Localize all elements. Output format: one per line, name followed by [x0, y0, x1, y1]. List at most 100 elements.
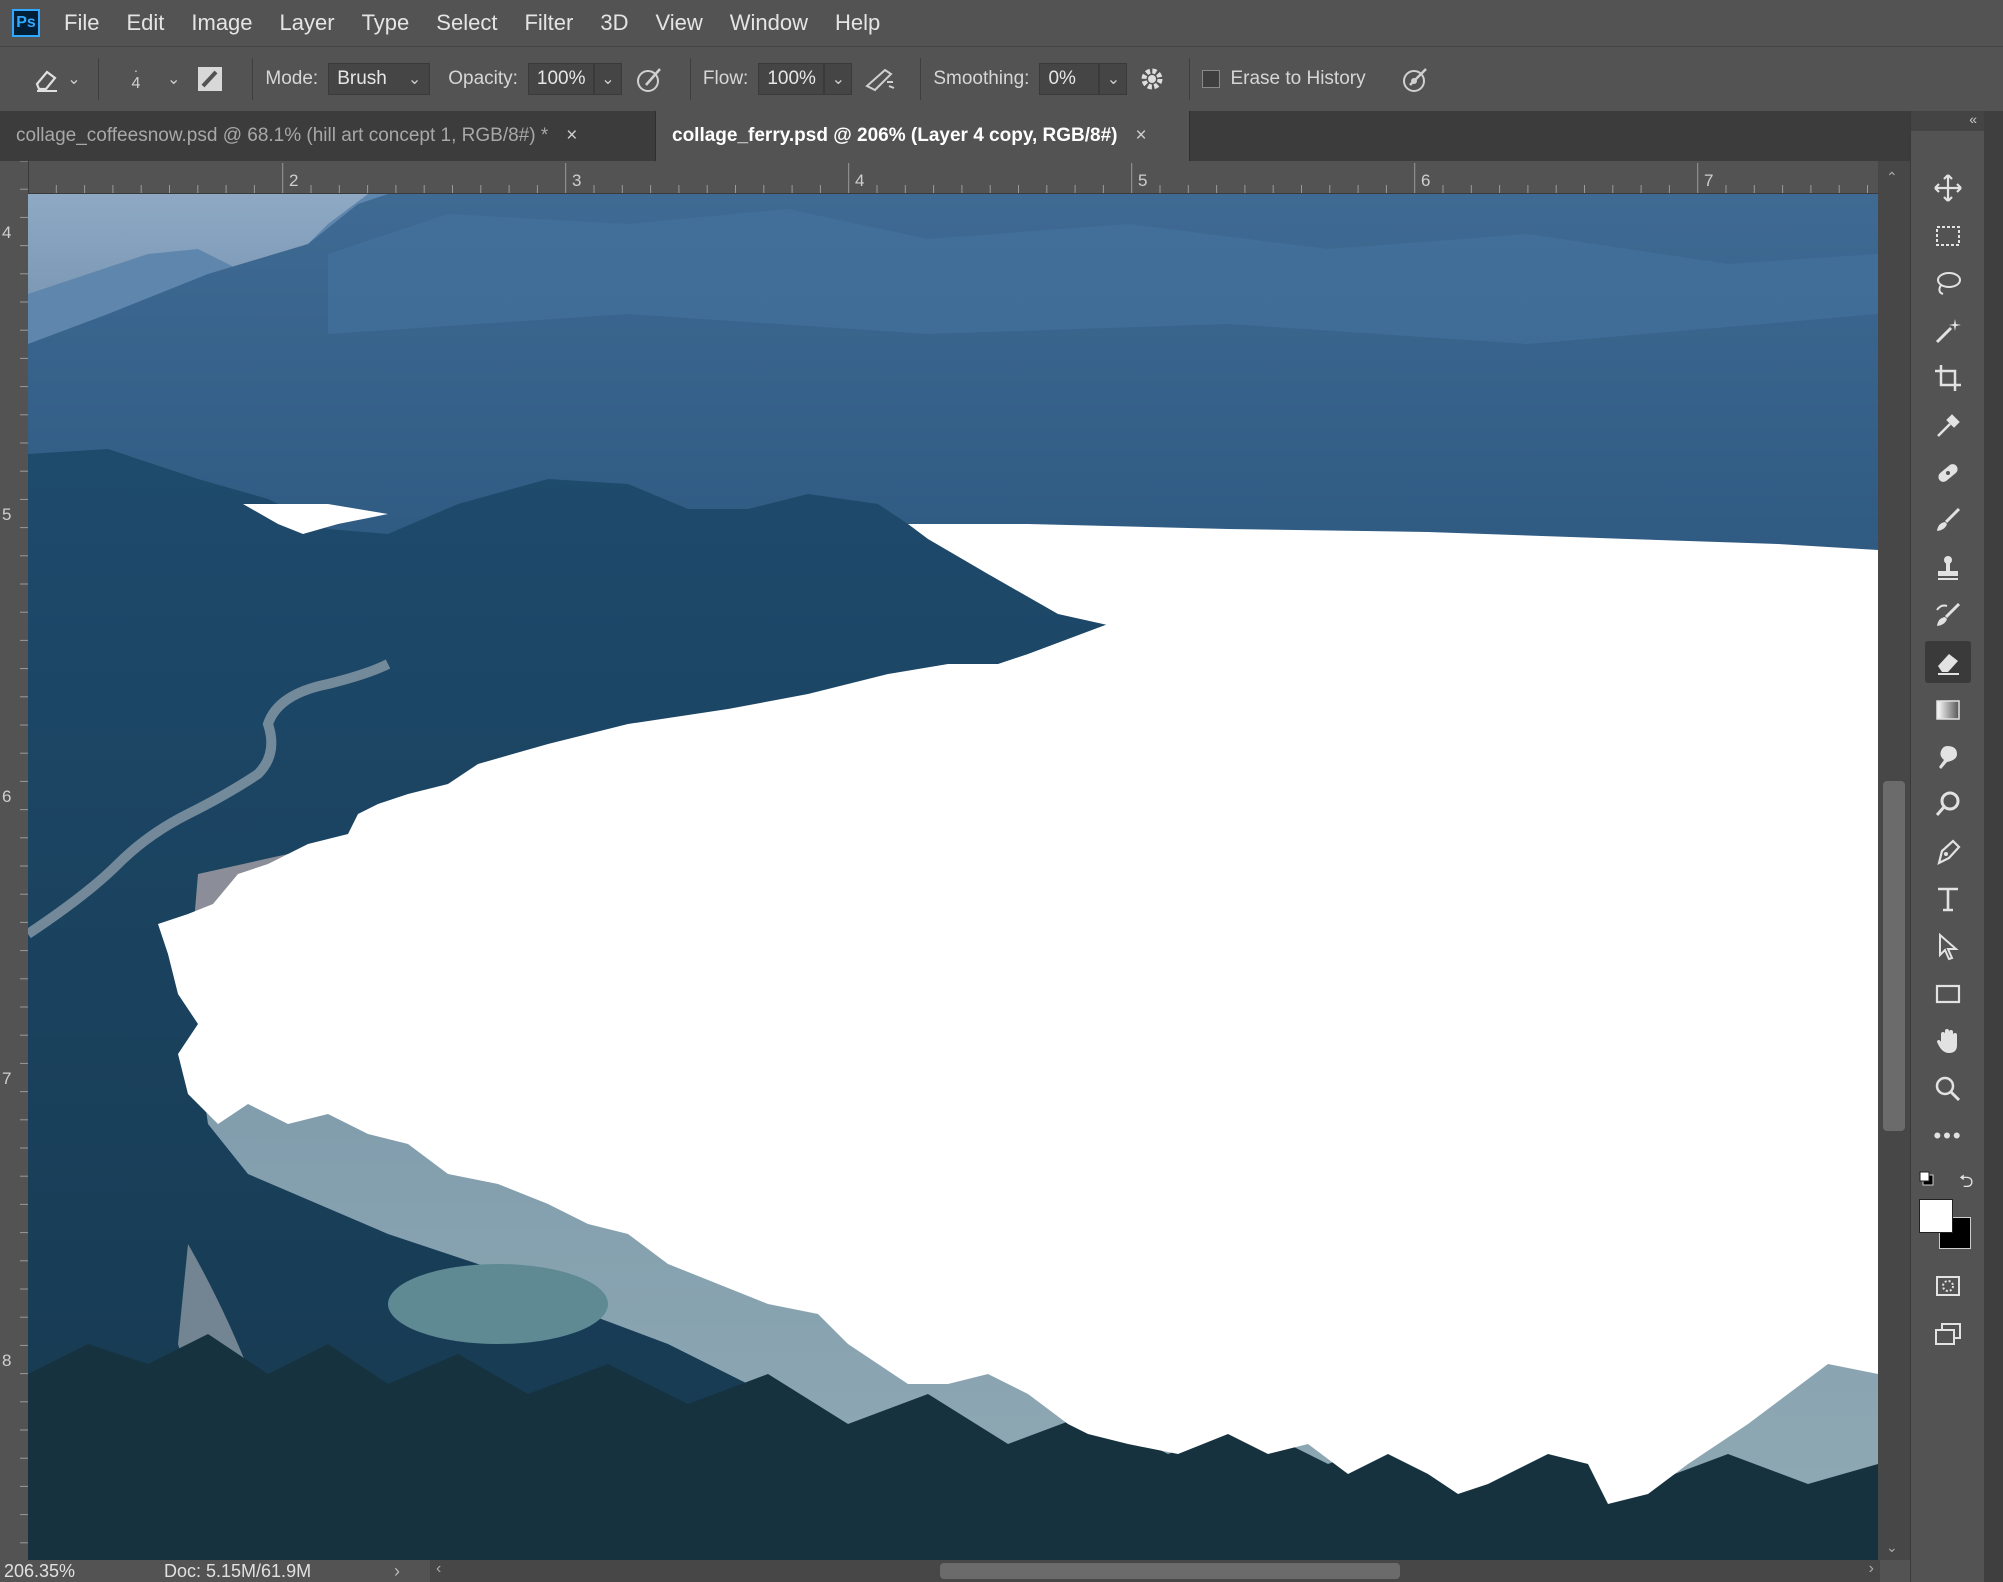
healing-brush-tool[interactable]: [1925, 452, 1971, 494]
smoothing-options-button[interactable]: [1127, 65, 1177, 93]
smoothing-dropdown[interactable]: ⌄: [1099, 63, 1128, 95]
ruler-ticks: [28, 163, 1868, 193]
menu-filter[interactable]: Filter: [524, 10, 573, 36]
flow-dropdown[interactable]: ⌄: [824, 63, 853, 95]
pen-tool[interactable]: [1925, 831, 1971, 873]
path-selection-tool[interactable]: [1925, 926, 1971, 968]
menu-file[interactable]: File: [64, 10, 99, 36]
menu-help[interactable]: Help: [835, 10, 880, 36]
pressure-size-toggle[interactable]: [1388, 63, 1444, 95]
vertical-scrollbar[interactable]: ⌃ ⌄: [1878, 161, 1910, 1560]
chevron-down-icon: ⌄: [67, 71, 81, 88]
rectangular-marquee-icon: [1936, 226, 1960, 246]
panel-dock-edge: [1984, 111, 2003, 1582]
hand-tool[interactable]: [1925, 1020, 1971, 1062]
gear-icon: [1141, 68, 1163, 90]
small-lake: [388, 1264, 608, 1344]
history-brush-tool[interactable]: [1925, 594, 1971, 636]
eyedropper-tool[interactable]: [1925, 405, 1971, 447]
quick-mask-button[interactable]: [1925, 1265, 1971, 1307]
opacity-dropdown[interactable]: ⌄: [593, 63, 622, 95]
brush-preset-picker[interactable]: · 4: [111, 63, 161, 93]
screen-mode-button[interactable]: [1925, 1313, 1971, 1355]
zoom-tool[interactable]: [1925, 1068, 1971, 1110]
scroll-up-icon[interactable]: ⌃: [1886, 169, 1898, 186]
dodge-tool[interactable]: [1925, 783, 1971, 825]
more-tools[interactable]: •••: [1925, 1115, 1971, 1157]
mode-value: Brush: [337, 68, 387, 89]
options-bar: ⌄ · 4 ⌄ Mode: Brush ⌄ Opacity: 100% ⌄ Fl…: [0, 46, 2003, 112]
erase-to-history-label[interactable]: Erase to History: [1230, 68, 1365, 90]
foreground-color-swatch[interactable]: [1919, 1199, 1953, 1233]
scroll-left-icon[interactable]: ‹: [436, 1560, 441, 1578]
brush-panel-icon: [198, 67, 223, 91]
horizontal-scrollbar[interactable]: ‹ ›: [430, 1560, 1880, 1582]
opacity-label: Opacity:: [448, 68, 518, 89]
default-colors-icon: [1919, 1171, 1934, 1186]
eraser-tool[interactable]: [1925, 641, 1971, 683]
blur-tool[interactable]: [1925, 736, 1971, 778]
clone-stamp-tool[interactable]: [1925, 547, 1971, 589]
opacity-input[interactable]: 100%: [527, 63, 594, 95]
menu-image[interactable]: Image: [191, 10, 252, 36]
bandage-icon: [1938, 464, 1958, 482]
menu-layer[interactable]: Layer: [280, 10, 335, 36]
chevron-down-icon[interactable]: ⌄: [167, 69, 180, 89]
gradient-tool[interactable]: [1925, 689, 1971, 731]
flow-input[interactable]: 100%: [758, 63, 825, 95]
magic-wand-tool[interactable]: [1925, 310, 1971, 352]
ruler-number: 4: [2, 223, 12, 242]
divider: [1189, 58, 1191, 100]
horizontal-scroll-thumb[interactable]: [940, 1563, 1400, 1579]
eraser-icon: [36, 70, 58, 92]
brush-settings-toggle[interactable]: [180, 64, 240, 94]
close-icon[interactable]: ×: [1136, 125, 1147, 147]
mode-select[interactable]: Brush ⌄: [328, 63, 431, 95]
menu-select[interactable]: Select: [436, 10, 497, 36]
rectangle-tool[interactable]: [1925, 973, 1971, 1015]
tab-collage-coffeesnow[interactable]: collage_coffeesnow.psd @ 68.1% (hill art…: [0, 111, 656, 161]
crop-icon: [1935, 365, 1961, 391]
marquee-tool[interactable]: [1925, 215, 1971, 257]
collapse-panel-button[interactable]: «: [1911, 111, 1985, 131]
close-icon[interactable]: ×: [566, 125, 577, 147]
menu-bar: Ps File Edit Image Layer Type Select Fil…: [0, 0, 2003, 46]
tool-preset-picker[interactable]: ⌄: [26, 64, 86, 94]
horizontal-ruler[interactable]: 2 3 4 5 6 7: [28, 161, 1878, 194]
swap-colors-icon[interactable]: ⮌: [1959, 1169, 1973, 1199]
brush-tool[interactable]: [1925, 499, 1971, 541]
photoshop-logo[interactable]: Ps: [12, 9, 40, 37]
zoom-level[interactable]: 206.35%: [4, 1561, 164, 1582]
type-tool[interactable]: [1925, 878, 1971, 920]
menu-edit[interactable]: Edit: [126, 10, 164, 36]
vertical-scroll-thumb[interactable]: [1883, 781, 1905, 1131]
airbrush-toggle[interactable]: [852, 64, 908, 94]
lasso-tool[interactable]: [1925, 262, 1971, 304]
vertical-ruler[interactable]: 4 5 6 7 8: [0, 161, 29, 1560]
pressure-opacity-toggle[interactable]: [622, 63, 678, 95]
tab-label: collage_ferry.psd @ 206% (Layer 4 copy, …: [672, 125, 1118, 146]
crop-tool[interactable]: [1925, 357, 1971, 399]
menu-window[interactable]: Window: [730, 10, 808, 36]
lasso-icon: [1937, 272, 1961, 295]
move-tool[interactable]: [1925, 167, 1971, 209]
screen-mode-icon: [1935, 1323, 1961, 1345]
pressure-opacity-icon: [636, 68, 661, 92]
move-icon: [1934, 174, 1962, 202]
status-menu-arrow-icon[interactable]: ›: [394, 1561, 400, 1582]
menu-3d[interactable]: 3D: [600, 10, 628, 36]
smoothing-input[interactable]: 0%: [1039, 63, 1100, 95]
menu-view[interactable]: View: [655, 10, 702, 36]
dodge-icon: [1935, 791, 1960, 816]
menu-type[interactable]: Type: [362, 10, 410, 36]
scroll-down-icon[interactable]: ⌄: [1886, 1539, 1898, 1556]
ruler-number: 8: [2, 1351, 12, 1370]
default-colors-button[interactable]: [1919, 1171, 1935, 1187]
ruler-number: 5: [2, 505, 12, 524]
tab-collage-ferry[interactable]: collage_ferry.psd @ 206% (Layer 4 copy, …: [656, 111, 1190, 161]
document-canvas[interactable]: [28, 194, 1878, 1560]
stamp-icon: [1938, 556, 1958, 580]
scroll-right-icon[interactable]: ›: [1869, 1560, 1874, 1578]
erase-to-history-checkbox[interactable]: [1202, 70, 1221, 88]
status-bar: 206.35% Doc: 5.15M/61.9M ›: [0, 1560, 430, 1582]
